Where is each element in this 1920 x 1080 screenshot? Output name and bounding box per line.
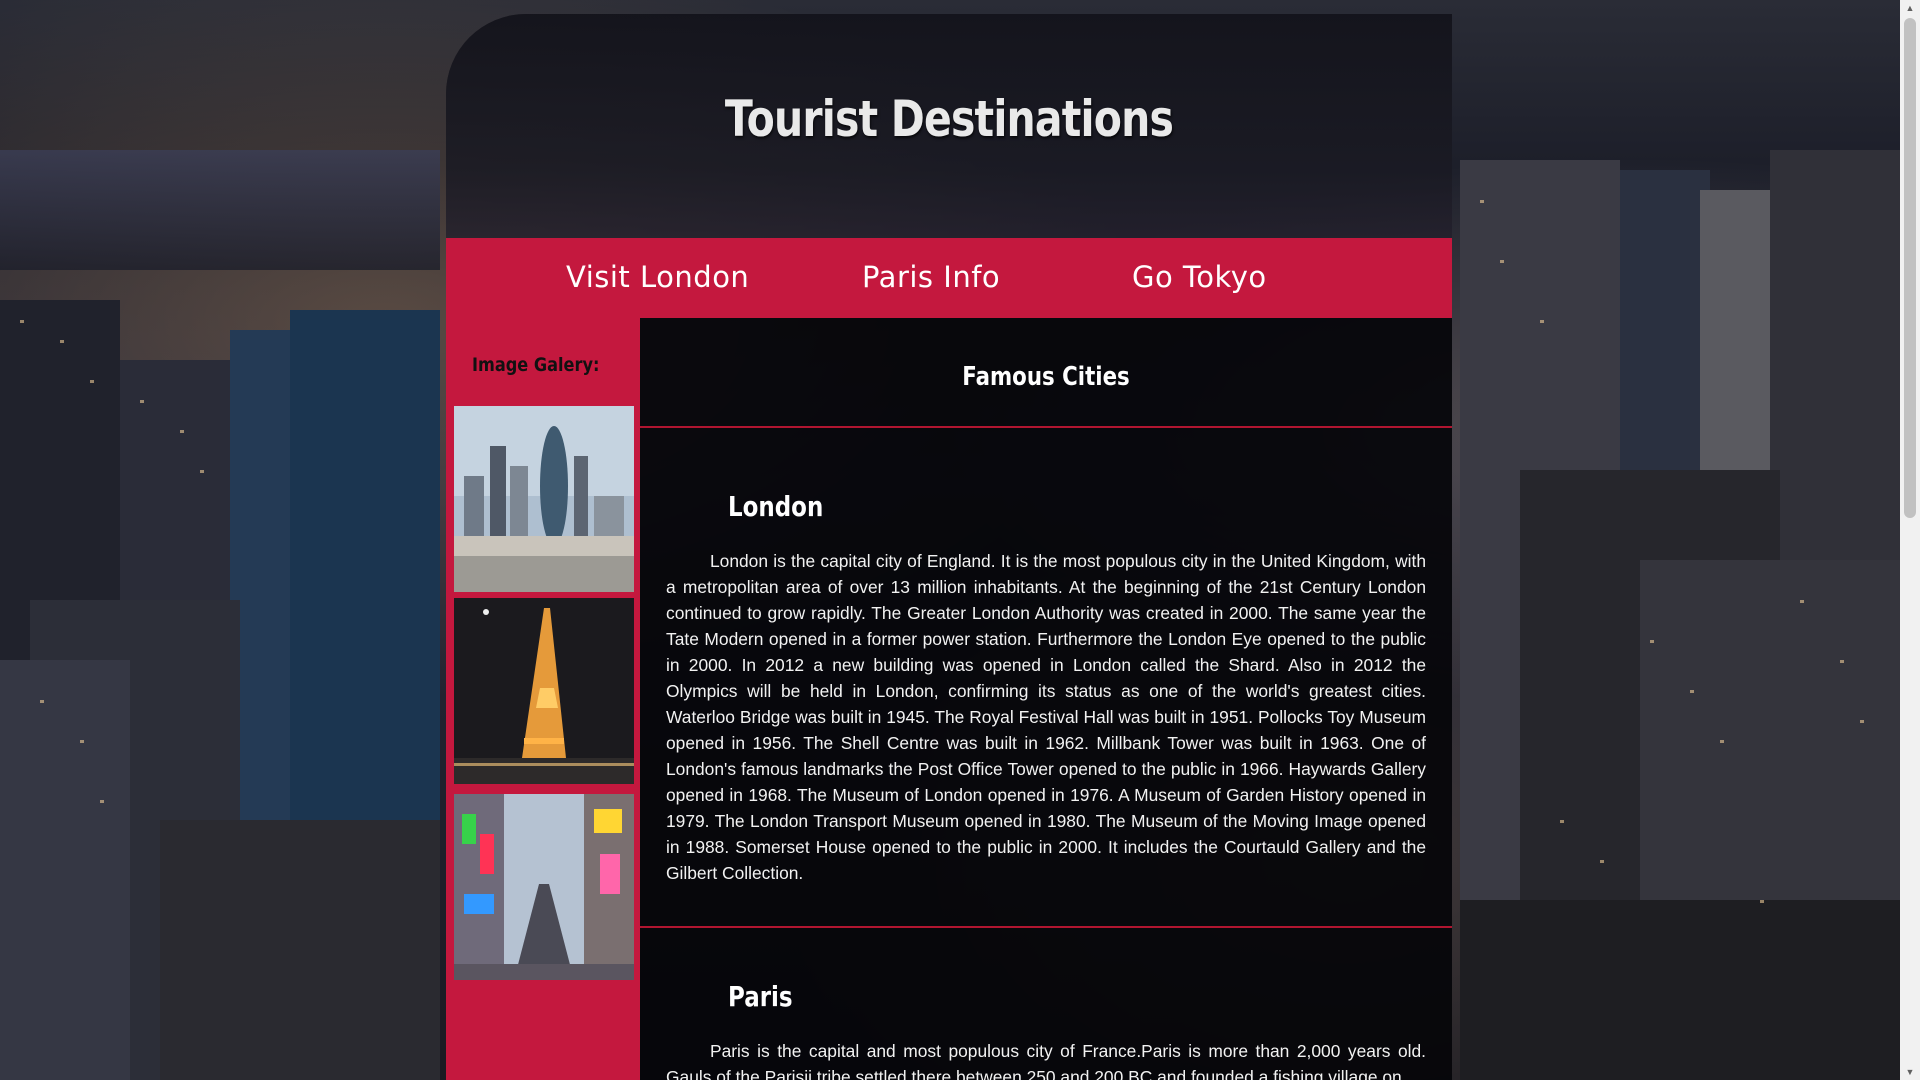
- main-heading: Famous Cities: [962, 362, 1130, 392]
- nav-link-go-tokyo[interactable]: Go Tokyo: [1132, 260, 1267, 294]
- section-title-paris: Paris: [728, 980, 793, 1013]
- gallery-image-paris[interactable]: [454, 598, 634, 784]
- site-title: Tourist Destinations: [724, 90, 1174, 148]
- nav-link-paris-info[interactable]: Paris Info: [862, 260, 1000, 294]
- section-title-london: London: [728, 490, 824, 523]
- site-header: Tourist Destinations: [446, 14, 1452, 238]
- gallery-image-london[interactable]: [454, 406, 634, 592]
- main-content: Famous Cities London London is the capit…: [640, 318, 1452, 1080]
- section-divider: [640, 426, 1452, 428]
- section-divider: [640, 926, 1452, 928]
- vertical-scrollbar[interactable]: ▲ ▼: [1900, 0, 1920, 1080]
- gallery-image-tokyo[interactable]: [454, 794, 634, 980]
- page-container: Tourist Destinations Visit London Paris …: [446, 14, 1452, 1080]
- nav-bar: Visit London Paris Info Go Tokyo: [446, 238, 1452, 318]
- gallery-label: Image Galery:: [472, 354, 600, 376]
- nav-link-visit-london[interactable]: Visit London: [566, 260, 749, 294]
- scroll-up-arrow-icon[interactable]: ▲: [1900, 0, 1920, 16]
- section-text-paris: Paris is the capital and most populous c…: [666, 1041, 1426, 1080]
- sidebar: Image Galery:: [446, 318, 640, 1080]
- scrollbar-thumb[interactable]: [1904, 18, 1916, 518]
- scroll-down-arrow-icon[interactable]: ▼: [1900, 1064, 1920, 1080]
- section-text-london: London is the capital city of England. I…: [666, 551, 1426, 883]
